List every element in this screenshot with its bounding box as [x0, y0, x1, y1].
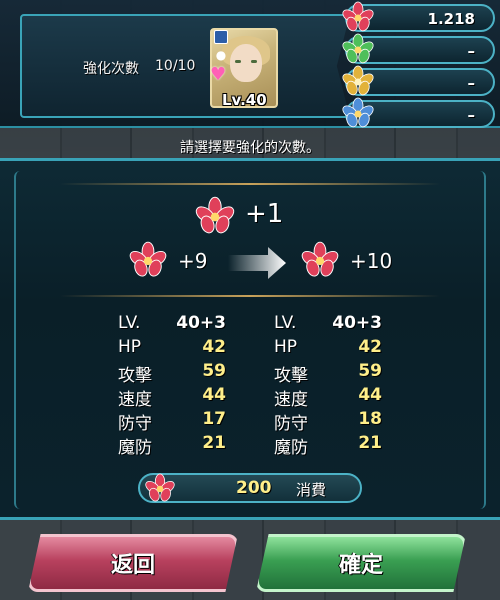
stat-value: 42: [358, 337, 382, 357]
stat-value: 59: [202, 361, 226, 381]
cost-value: 200: [236, 478, 272, 498]
stat-name: 攻擊: [274, 366, 308, 386]
stat-name: HP: [118, 337, 142, 357]
back-button[interactable]: 返回: [28, 534, 238, 592]
merge-after: +10: [350, 249, 393, 273]
resource-value: –: [467, 42, 476, 60]
stat-value: 21: [202, 433, 226, 453]
divider-top: [60, 183, 440, 185]
stats-before: LV. 40+3 HP 42 攻擊 59 速度 44 防守 17 魔防 21: [118, 313, 226, 458]
stat-row-atk: 攻擊 59: [118, 361, 226, 386]
dew-flower-icon: [145, 473, 175, 502]
people-icon: ●: [215, 48, 227, 62]
stat-value: 59: [358, 361, 382, 381]
resource-green-flower: –: [342, 33, 495, 64]
divider-middle: [60, 295, 440, 297]
hero-level: Lv.40: [222, 91, 267, 109]
resource-gold-flower: –: [342, 65, 495, 96]
stat-row-spd: 速度 44: [274, 385, 382, 410]
stat-name: LV.: [118, 313, 141, 333]
confirm-button[interactable]: 確定: [256, 534, 466, 592]
stat-row-atk: 攻擊 59: [274, 361, 382, 386]
stat-name: HP: [274, 337, 298, 357]
resource-value: 1.218: [427, 10, 475, 28]
stat-name: 速度: [118, 390, 152, 410]
resource-value: –: [467, 106, 476, 124]
merge-increment: +1: [245, 199, 284, 229]
stat-name: 防守: [274, 414, 308, 434]
merge-count-value: 10/10: [155, 58, 196, 74]
merge-panel: +1 +9 +10 LV. 40+3 HP 42 攻擊 59 速度 44 防守 …: [0, 158, 500, 520]
stat-value: 42: [202, 337, 226, 357]
resource-blue-flower: –: [342, 97, 495, 128]
dew-flower-icon: [301, 241, 339, 277]
merge-before: +9: [178, 249, 208, 273]
stat-name: 攻擊: [118, 366, 152, 386]
stat-row-lv: LV. 40+3: [274, 313, 382, 337]
stat-row-res: 魔防 21: [118, 433, 226, 458]
stat-value: 40+3: [332, 313, 382, 333]
stat-value: 21: [358, 433, 382, 453]
merge-count-label: 強化次數: [83, 61, 139, 77]
dew-flower-icon: [129, 241, 167, 277]
resource-red-flower: 1.218: [342, 1, 495, 32]
stat-value: 40+3: [176, 313, 226, 333]
stat-value: 44: [358, 385, 382, 405]
arrow-right-icon: [228, 247, 286, 279]
dew-flower-icon: [195, 196, 235, 234]
stat-row-hp: HP 42: [274, 337, 382, 361]
stat-name: 防守: [118, 414, 152, 434]
stat-row-hp: HP 42: [118, 337, 226, 361]
stat-value: 18: [358, 409, 382, 429]
instruction-text: 請選擇要強化的次數。: [180, 140, 320, 156]
green-flower-icon: [342, 33, 374, 64]
stat-row-def: 防守 17: [118, 409, 226, 434]
stat-value: 17: [202, 409, 226, 429]
stats-after: LV. 40+3 HP 42 攻擊 59 速度 44 防守 18 魔防 21: [274, 313, 382, 458]
gold-flower-icon: [342, 65, 374, 96]
book-icon: [214, 30, 228, 44]
stat-name: 魔防: [274, 438, 308, 458]
stat-value: 44: [202, 385, 226, 405]
stat-row-lv: LV. 40+3: [118, 313, 226, 337]
resource-value: –: [467, 74, 476, 92]
blue-flower-icon: [342, 97, 374, 128]
stat-name: LV.: [274, 313, 297, 333]
stat-row-spd: 速度 44: [118, 385, 226, 410]
stat-row-res: 魔防 21: [274, 433, 382, 458]
stat-row-def: 防守 18: [274, 409, 382, 434]
heart-icon: ♥: [210, 64, 227, 85]
stat-name: 速度: [274, 390, 308, 410]
stat-name: 魔防: [118, 438, 152, 458]
red-flower-icon: [342, 1, 374, 32]
cost-label: 消費: [296, 481, 327, 499]
